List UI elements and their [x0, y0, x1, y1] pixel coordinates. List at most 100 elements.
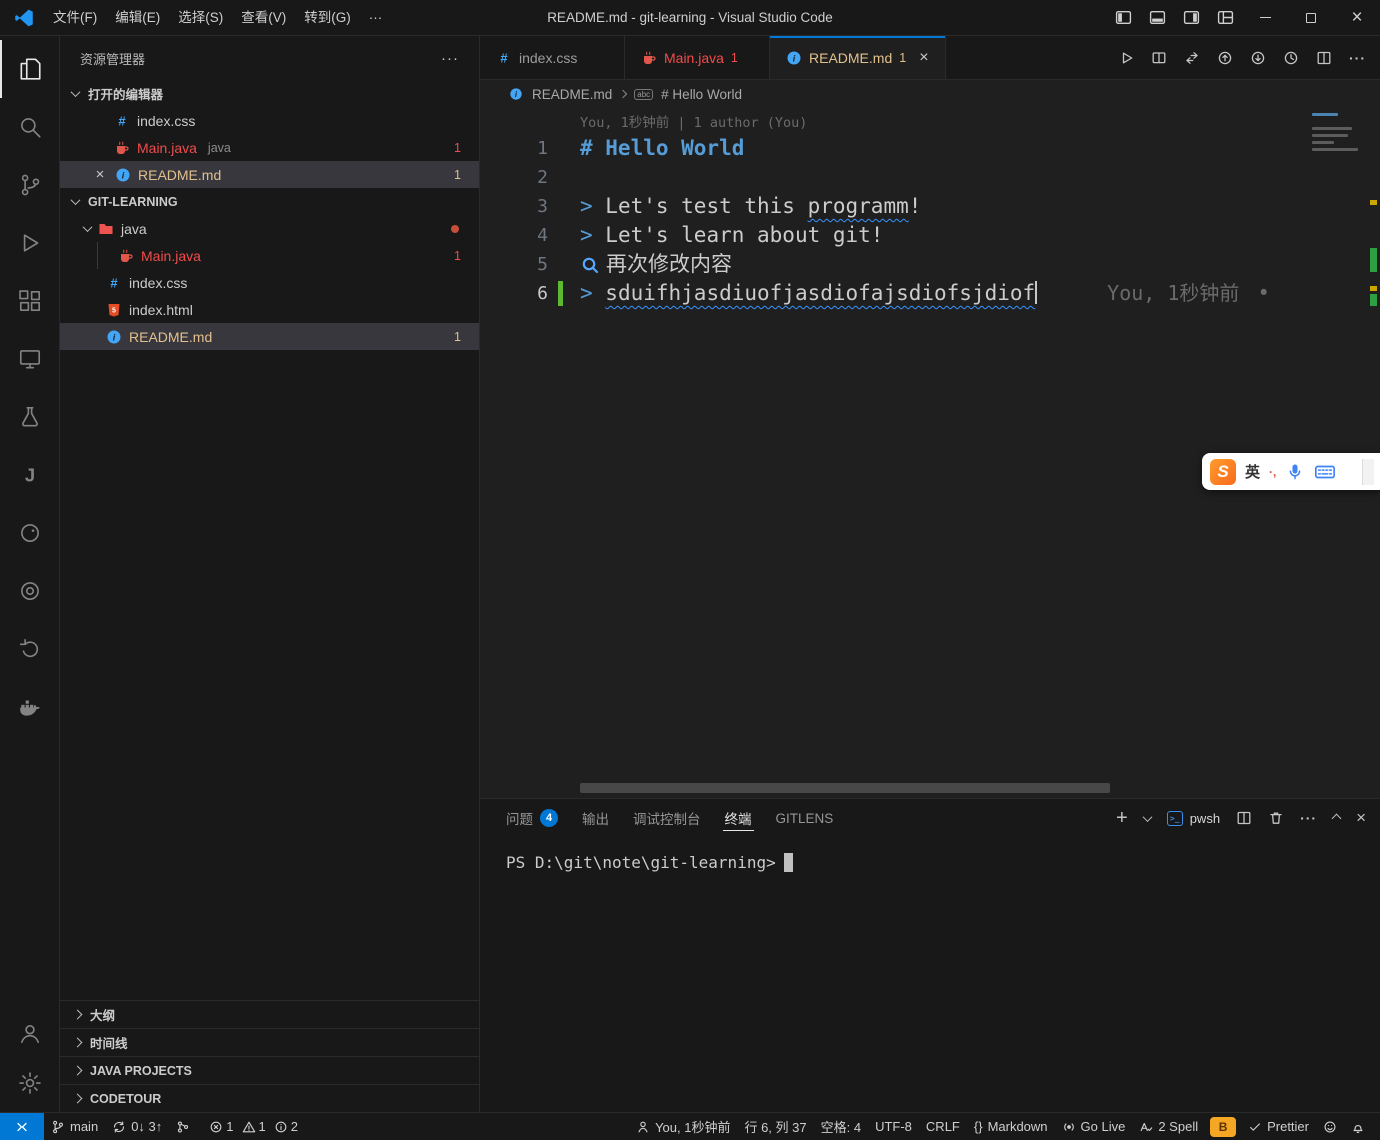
tab-main-java[interactable]: Main.java 1	[625, 36, 770, 79]
split-terminal-icon[interactable]	[1236, 810, 1252, 826]
open-editor-readme[interactable]: × i README.md 1	[60, 161, 479, 188]
code-line-1[interactable]: 1 # Hello World	[480, 134, 1380, 163]
project-root-header[interactable]: GIT-LEARNING	[60, 188, 479, 215]
terminal-instance-pwsh[interactable]: >_ pwsh	[1167, 811, 1220, 826]
menu-more-icon[interactable]: ···	[360, 5, 392, 31]
menu-goto[interactable]: 转到(G)	[295, 5, 360, 31]
minimap[interactable]	[1312, 113, 1364, 155]
tree-file-readme[interactable]: i README.md 1	[60, 323, 479, 350]
panel-tab-terminal[interactable]: 终端	[713, 799, 764, 837]
outline-section[interactable]: 大纲	[60, 1000, 479, 1028]
markdown-preview-icon[interactable]	[1151, 50, 1167, 66]
tab-index-css[interactable]: # index.css	[480, 36, 625, 79]
docker-icon[interactable]	[0, 678, 59, 736]
tab-readme[interactable]: i README.md 1 ×	[770, 36, 946, 79]
code-line-6[interactable]: 6 > sduifhjasdiuofjasdiofajsdiofsjdiofYo…	[480, 279, 1380, 308]
menu-view[interactable]: 查看(V)	[232, 5, 295, 31]
gitlens-blame-header[interactable]: You, 1秒钟前 | 1 author (You)	[480, 108, 1380, 134]
testing-icon[interactable]	[0, 388, 59, 446]
prettier-status[interactable]: Prettier	[1241, 1113, 1316, 1140]
previous-change-icon[interactable]	[1217, 50, 1233, 66]
extension-status-icon[interactable]: B	[1210, 1117, 1236, 1137]
timeline-section[interactable]: 时间线	[60, 1028, 479, 1056]
panel-tab-output[interactable]: 输出	[570, 799, 621, 837]
java-extension-icon[interactable]: J	[0, 446, 59, 504]
close-tab-icon[interactable]: ×	[919, 49, 928, 67]
kill-terminal-icon[interactable]	[1268, 810, 1284, 826]
open-editor-index-css[interactable]: # index.css	[60, 107, 479, 134]
ime-toolbox-icon[interactable]	[1362, 459, 1374, 485]
run-debug-icon[interactable]	[0, 214, 59, 272]
toggle-primary-sidebar-icon[interactable]	[1106, 0, 1140, 35]
breadcrumb-symbol[interactable]: # Hello World	[661, 87, 742, 102]
close-button[interactable]: ×	[1334, 0, 1380, 35]
git-graph-icon[interactable]	[169, 1113, 197, 1140]
sidebar-more-actions-icon[interactable]: ···	[441, 50, 459, 67]
toggle-secondary-sidebar-icon[interactable]	[1174, 0, 1208, 35]
cursor-position[interactable]: 行 6, 列 37	[737, 1113, 813, 1140]
remote-indicator[interactable]	[0, 1113, 44, 1140]
gradle-icon[interactable]	[0, 504, 59, 562]
close-editor-icon[interactable]: ×	[92, 167, 108, 183]
branch-status[interactable]: main	[44, 1113, 105, 1140]
panel-tab-debug-console[interactable]: 调试控制台	[621, 799, 713, 837]
run-file-icon[interactable]	[1118, 50, 1134, 66]
go-live-status[interactable]: Go Live	[1055, 1113, 1133, 1140]
editor-more-actions-icon[interactable]: ···	[1349, 50, 1366, 66]
horizontal-scrollbar[interactable]	[580, 783, 1110, 793]
tree-file-index-css[interactable]: # index.css	[60, 269, 479, 296]
open-editors-header[interactable]: 打开的编辑器	[60, 80, 479, 107]
keyboard-icon[interactable]	[1314, 461, 1336, 483]
close-panel-icon[interactable]: ×	[1356, 808, 1366, 828]
problems-status[interactable]: 1 1 2	[197, 1113, 305, 1140]
open-changes-icon[interactable]	[1184, 50, 1200, 66]
feedback-icon[interactable]	[1316, 1113, 1344, 1140]
open-editor-main-java[interactable]: Main.java java 1	[60, 134, 479, 161]
ime-punctuation-mode[interactable]: ·,	[1269, 465, 1276, 479]
settings-gear-icon[interactable]	[0, 1058, 59, 1108]
sync-status[interactable]: 0↓ 3↑	[105, 1113, 169, 1140]
code-line-3[interactable]: 3 > Let's test this programm!	[480, 192, 1380, 221]
minimize-button[interactable]	[1242, 0, 1288, 35]
search-icon[interactable]	[0, 98, 59, 156]
tree-file-main-java[interactable]: Main.java 1	[60, 242, 479, 269]
language-mode[interactable]: {} Markdown	[967, 1113, 1055, 1140]
panel-tab-gitlens[interactable]: GITLENS	[764, 799, 846, 837]
gitlens-blame-status[interactable]: You, 1秒钟前	[629, 1113, 737, 1140]
codetour-section[interactable]: CODETOUR	[60, 1084, 479, 1112]
terminal-dropdown-icon[interactable]	[1142, 812, 1152, 822]
split-editor-icon[interactable]	[1316, 50, 1332, 66]
indentation-status[interactable]: 空格: 4	[814, 1113, 868, 1140]
menu-selection[interactable]: 选择(S)	[169, 5, 232, 31]
file-history-icon[interactable]	[1283, 50, 1299, 66]
next-change-icon[interactable]	[1250, 50, 1266, 66]
customize-layout-icon[interactable]	[1208, 0, 1242, 35]
ime-language-mode[interactable]: 英	[1245, 461, 1260, 482]
codetour-icon[interactable]	[0, 620, 59, 678]
coverage-target-icon[interactable]	[0, 562, 59, 620]
sogou-logo-icon[interactable]: S	[1210, 459, 1236, 485]
java-projects-section[interactable]: JAVA PROJECTS	[60, 1056, 479, 1084]
code-line-2[interactable]: 2	[480, 163, 1380, 192]
extensions-icon[interactable]	[0, 272, 59, 330]
code-line-5[interactable]: 5 再次修改内容	[480, 250, 1380, 279]
eol-status[interactable]: CRLF	[919, 1113, 967, 1140]
toggle-panel-icon[interactable]	[1140, 0, 1174, 35]
notifications-bell-icon[interactable]	[1344, 1113, 1372, 1140]
source-control-icon[interactable]	[0, 156, 59, 214]
maximize-panel-icon[interactable]	[1332, 813, 1342, 823]
encoding-status[interactable]: UTF-8	[868, 1113, 919, 1140]
menu-file[interactable]: 文件(F)	[44, 5, 106, 31]
tree-folder-java[interactable]: java	[60, 215, 479, 242]
tree-file-index-html[interactable]: 5 index.html	[60, 296, 479, 323]
maximize-button[interactable]	[1288, 0, 1334, 35]
terminal[interactable]: PS D:\git\note\git-learning>	[480, 837, 1380, 1112]
explorer-icon[interactable]	[0, 40, 59, 98]
panel-tab-problems[interactable]: 问题 4	[494, 799, 570, 837]
remote-explorer-icon[interactable]	[0, 330, 59, 388]
microphone-icon[interactable]	[1285, 462, 1305, 482]
account-icon[interactable]	[0, 1008, 59, 1058]
code-line-4[interactable]: 4 > Let's learn about git!	[480, 221, 1380, 250]
breadcrumb-file[interactable]: README.md	[532, 87, 612, 102]
menu-edit[interactable]: 编辑(E)	[106, 5, 169, 31]
